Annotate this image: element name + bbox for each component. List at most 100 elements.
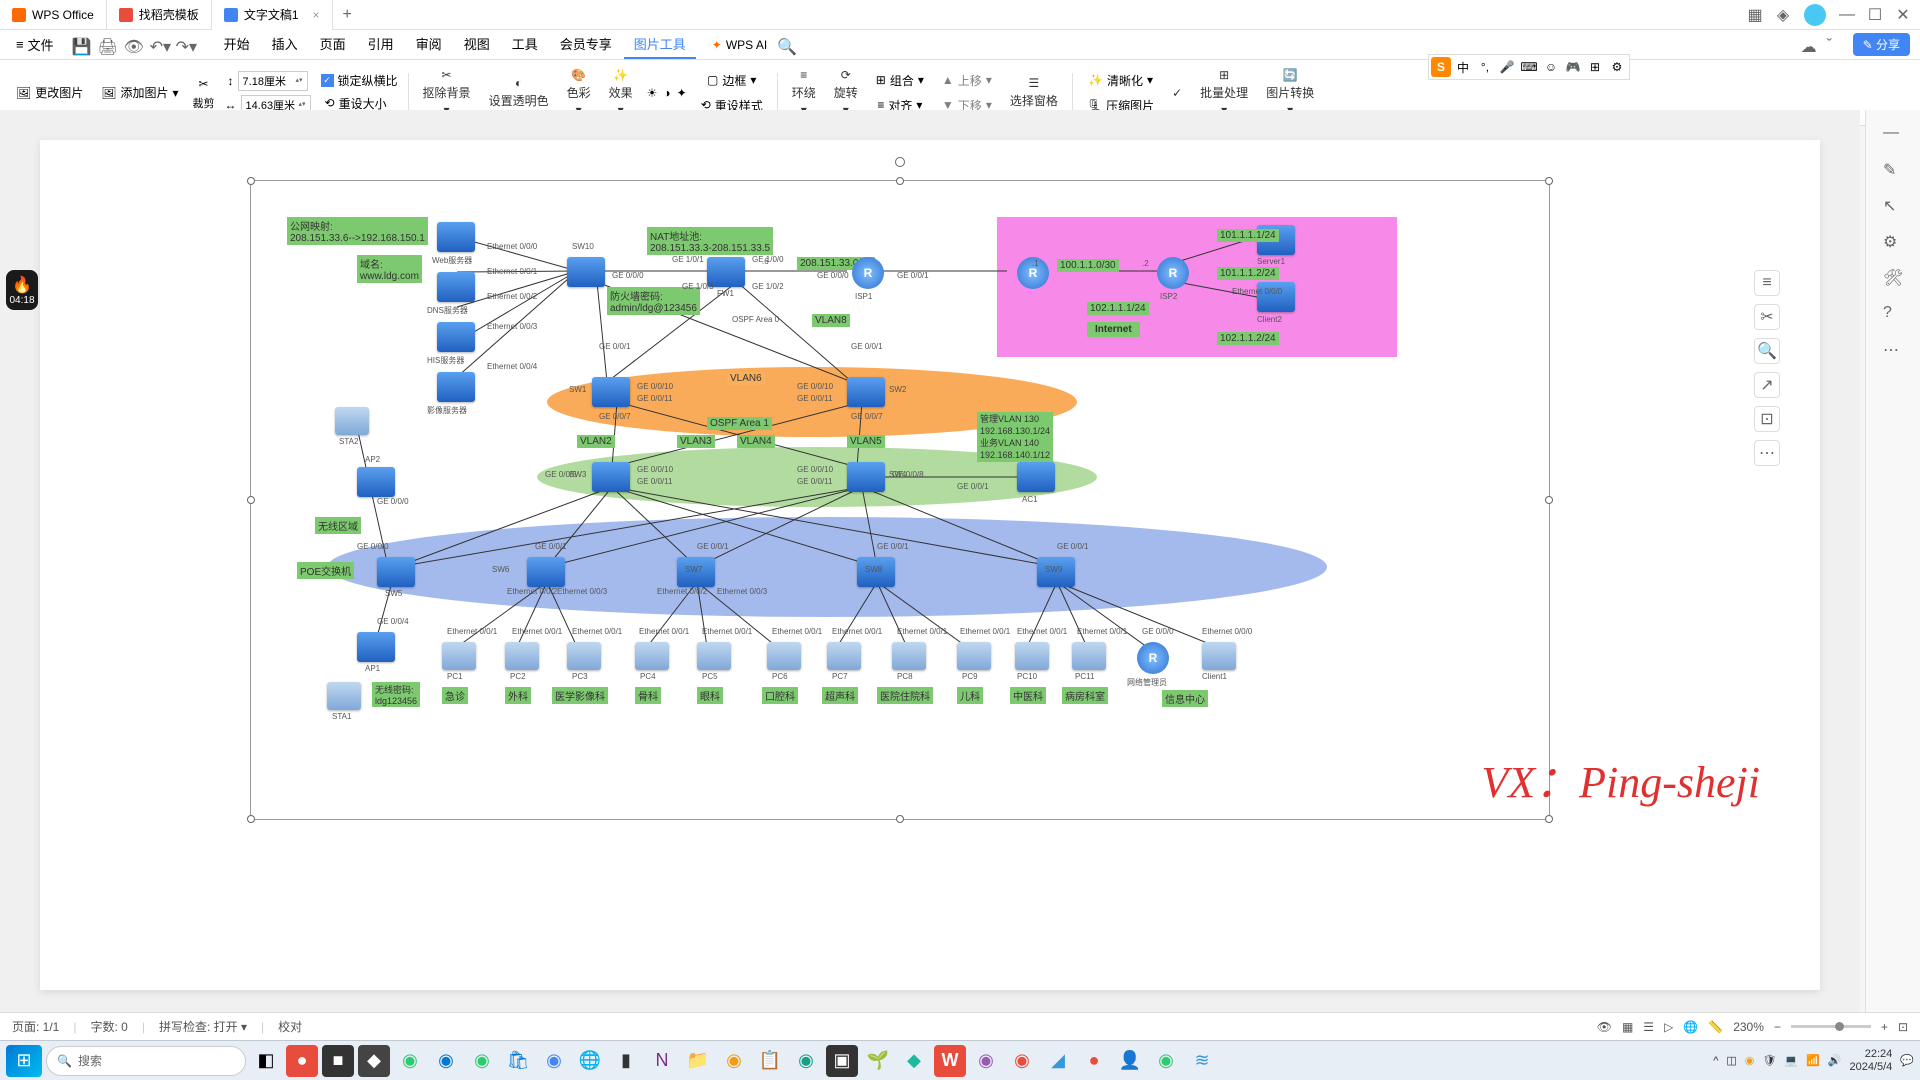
tab-wps[interactable]: WPS Office [0, 0, 107, 30]
tab-picture-tools[interactable]: 图片工具 [624, 30, 696, 59]
tb-app5[interactable]: ▮ [610, 1045, 642, 1077]
ctx-fit-icon[interactable]: ⊡ [1754, 406, 1780, 432]
handle-e[interactable] [1545, 496, 1553, 504]
tb-app13[interactable]: ◉ [1006, 1045, 1038, 1077]
tab-docer[interactable]: 找稻壳模板 [107, 0, 212, 30]
tray-wifi[interactable]: 📶 [1806, 1054, 1820, 1067]
ime-punct-icon[interactable]: °, [1475, 57, 1495, 77]
chevron-up-icon[interactable]: ˇ [1827, 37, 1843, 53]
set-trans-button[interactable]: ◐设置透明色 [485, 74, 553, 111]
ime-gear-icon[interactable]: ⚙ [1607, 57, 1627, 77]
ime-game-icon[interactable]: 🎮 [1563, 57, 1583, 77]
tb-app2[interactable]: ■ [322, 1045, 354, 1077]
tb-onenote[interactable]: N [646, 1045, 678, 1077]
group-button[interactable]: ⊞ 组合▾ [872, 70, 928, 91]
handle-sw[interactable] [247, 815, 255, 823]
rside-pen-icon[interactable]: ✎ [1883, 160, 1903, 180]
tb-taskview[interactable]: ◧ [250, 1045, 282, 1077]
share-button[interactable]: ✎ 分享 [1853, 33, 1910, 56]
rside-cursor-icon[interactable]: ↖ [1883, 196, 1903, 216]
sel-pane-button[interactable]: ☰选择窗格 [1006, 74, 1062, 111]
cloud-icon[interactable]: ☁ [1801, 37, 1817, 53]
tb-app4[interactable]: ◉ [538, 1045, 570, 1077]
rside-minus-icon[interactable]: — [1883, 124, 1903, 144]
zoom-in-icon[interactable]: + [1881, 1020, 1888, 1034]
close-window-icon[interactable]: ✕ [1896, 8, 1910, 22]
tab-tools[interactable]: 工具 [502, 30, 548, 59]
clarity-button[interactable]: ✨ 清晰化▾ [1084, 70, 1157, 91]
tb-app3[interactable]: ◆ [358, 1045, 390, 1077]
tb-app1[interactable]: ● [286, 1045, 318, 1077]
tb-chrome[interactable]: 🌐 [574, 1045, 606, 1077]
tb-wps[interactable]: W [934, 1045, 966, 1077]
fit-icon[interactable]: ⊡ [1898, 1020, 1908, 1034]
rside-tool-icon[interactable]: 🛠 [1883, 268, 1903, 288]
rotate-handle[interactable] [895, 157, 905, 167]
view-page-icon[interactable]: ▦ [1622, 1020, 1633, 1034]
rside-more-icon[interactable]: ⋯ [1883, 340, 1903, 360]
eye-icon[interactable]: 👁 [1597, 1020, 1612, 1034]
change-image-button[interactable]: 🖼 更改图片 [12, 82, 87, 103]
view-web-icon[interactable]: 🌐 [1683, 1020, 1698, 1034]
tab-view[interactable]: 视图 [454, 30, 500, 59]
selected-image[interactable]: 公网映射:208.151.33.6-->192.168.150.1 域名:www… [250, 180, 1550, 820]
tray-icon2[interactable]: ◉ [1745, 1054, 1755, 1067]
zoom-slider[interactable] [1791, 1025, 1871, 1028]
save-icon[interactable]: 💾 [72, 37, 88, 53]
zoom-out-icon[interactable]: − [1774, 1020, 1781, 1034]
tray-icon1[interactable]: ◫ [1726, 1054, 1736, 1067]
undo-icon[interactable]: ↶▾ [150, 37, 166, 53]
tb-app9[interactable]: ▣ [826, 1045, 858, 1077]
crop-button[interactable]: ✂ [195, 75, 213, 93]
contrast-icon[interactable]: ◑ [663, 86, 670, 100]
handle-n[interactable] [896, 177, 904, 185]
view-read-icon[interactable]: ▷ [1664, 1020, 1673, 1034]
start-button[interactable]: ⊞ [6, 1045, 42, 1077]
ime-kb-icon[interactable]: ⌨ [1519, 57, 1539, 77]
lock-ratio-checkbox[interactable]: ✓ [321, 74, 334, 87]
redo-icon[interactable]: ↷▾ [176, 37, 192, 53]
tab-member[interactable]: 会员专享 [550, 30, 622, 59]
rside-settings-icon[interactable]: ⚙ [1883, 232, 1903, 252]
zoom-value[interactable]: 230% [1733, 1020, 1764, 1034]
ime-mic-icon[interactable]: 🎤 [1497, 57, 1517, 77]
tb-app16[interactable]: 👤 [1114, 1045, 1146, 1077]
tb-app6[interactable]: ◉ [718, 1045, 750, 1077]
view-outline-icon[interactable]: ☰ [1643, 1020, 1654, 1034]
handle-w[interactable] [247, 496, 255, 504]
ime-grid-icon[interactable]: ⊞ [1585, 57, 1605, 77]
proofread[interactable]: 校对 [278, 1018, 302, 1035]
ctx-crop-icon[interactable]: ✂ [1754, 304, 1780, 330]
add-image-button[interactable]: 🖼 添加图片 ▾ [97, 82, 182, 103]
tb-app15[interactable]: ● [1078, 1045, 1110, 1077]
tab-document[interactable]: 文字文稿1× [212, 0, 333, 30]
tray-icon3[interactable]: 🛡 [1762, 1054, 1776, 1067]
tb-app10[interactable]: 🌱 [862, 1045, 894, 1077]
cube-icon[interactable]: ◈ [1776, 8, 1790, 22]
check-button[interactable]: ✓ [1168, 84, 1186, 102]
avatar[interactable] [1804, 4, 1826, 26]
streak-badge[interactable]: 🔥 04:18 [6, 270, 38, 310]
tab-insert[interactable]: 插入 [262, 30, 308, 59]
tb-wechat[interactable]: ◉ [466, 1045, 498, 1077]
border-button[interactable]: ▢ 边框▾ [703, 70, 760, 91]
sharpen-icon[interactable]: ✦ [677, 86, 687, 100]
ctx-more-icon[interactable]: ⋯ [1754, 440, 1780, 466]
tb-app11[interactable]: ◆ [898, 1045, 930, 1077]
tb-edge[interactable]: ◉ [430, 1045, 462, 1077]
tb-explorer[interactable]: 📁 [682, 1045, 714, 1077]
width-input[interactable]: 7.18厘米▴▾ [238, 71, 308, 91]
ruler-icon[interactable]: 📏 [1708, 1020, 1723, 1034]
ime-face-icon[interactable]: ☺ [1541, 57, 1561, 77]
tab-start[interactable]: 开始 [214, 30, 260, 59]
tb-app18[interactable]: ≋ [1186, 1045, 1218, 1077]
handle-s[interactable] [896, 815, 904, 823]
tb-app12[interactable]: ◉ [970, 1045, 1002, 1077]
handle-ne[interactable] [1545, 177, 1553, 185]
print-preview-icon[interactable]: 👁 [124, 37, 140, 53]
ctx-zoom-icon[interactable]: 🔍 [1754, 338, 1780, 364]
spellcheck-status[interactable]: 拼写检查: 打开 ▾ [159, 1018, 247, 1035]
tb-app8[interactable]: ◉ [790, 1045, 822, 1077]
maximize-icon[interactable]: ☐ [1868, 8, 1882, 22]
page-indicator[interactable]: 页面: 1/1 [12, 1018, 59, 1035]
